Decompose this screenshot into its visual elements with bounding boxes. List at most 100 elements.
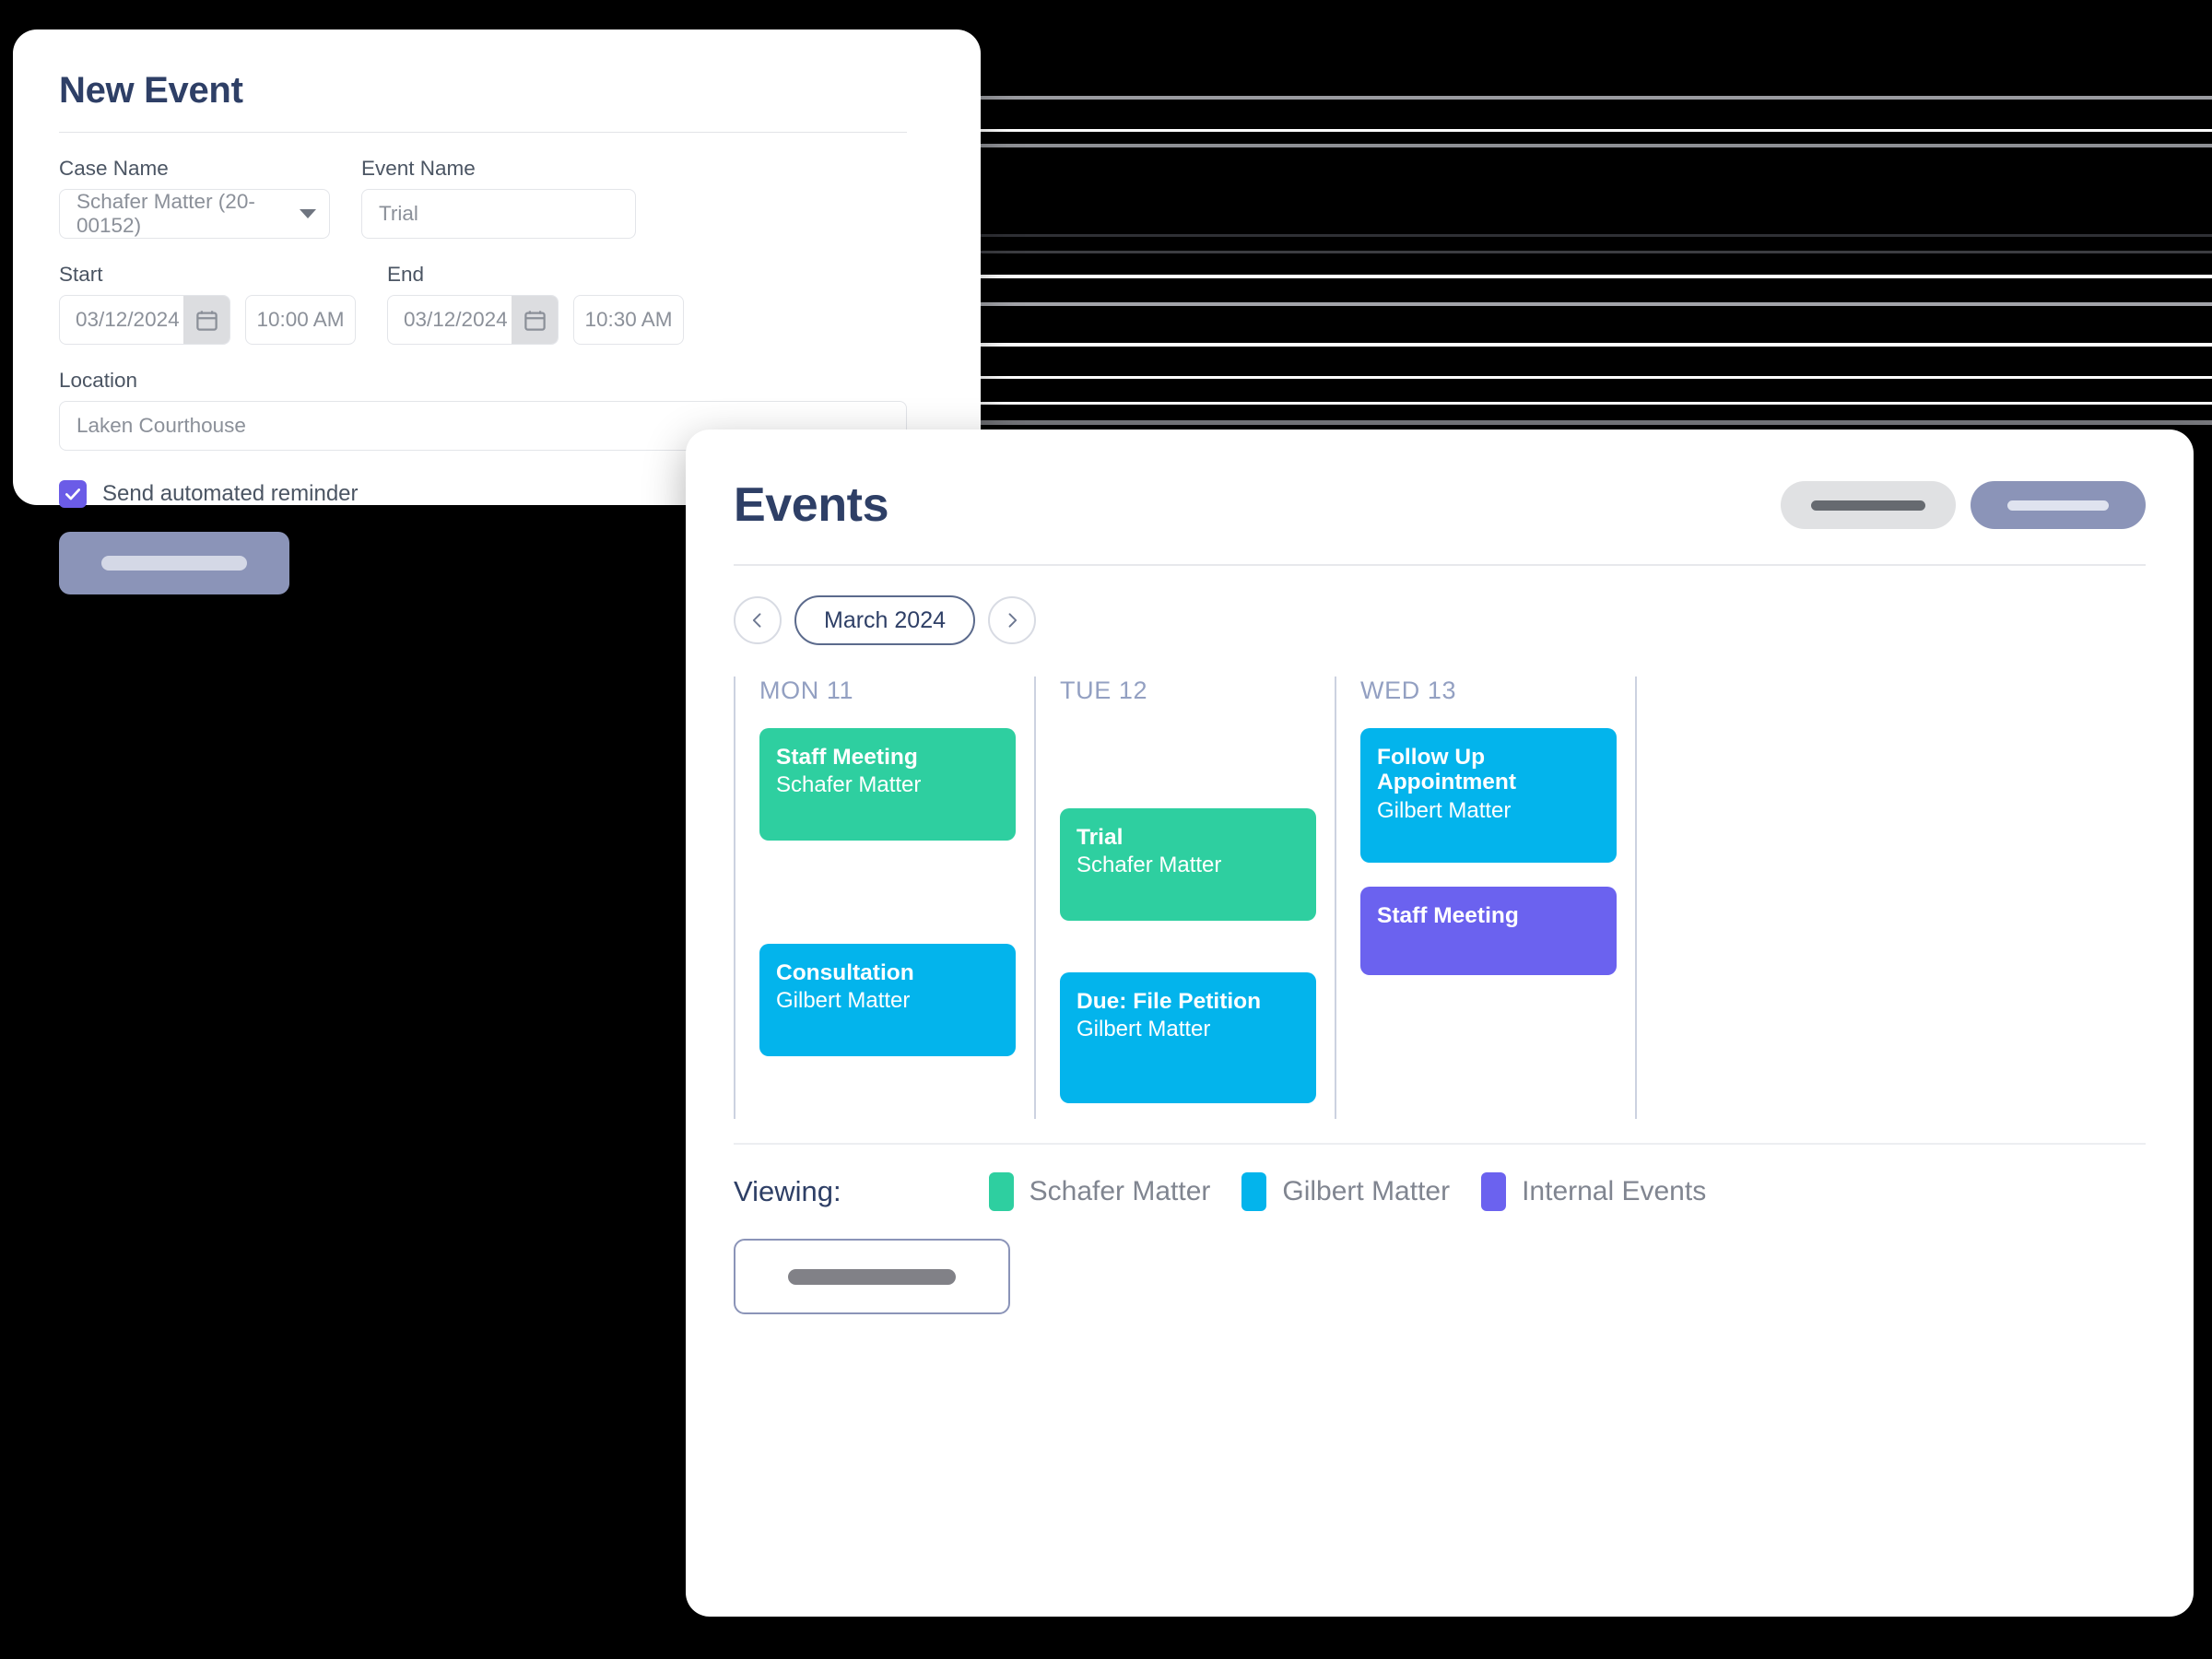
case-name-field-group: Case Name Schafer Matter (20-00152)	[59, 157, 330, 239]
header-divider	[734, 564, 2146, 566]
page-title: New Event	[59, 70, 243, 111]
event-case-name: Gilbert Matter	[776, 988, 911, 1014]
backdrop-rule	[979, 275, 2212, 278]
start-time-input[interactable]: 10:00 AM	[245, 295, 356, 345]
start-date-value: 03/12/2024	[76, 308, 180, 331]
legend-items: Schafer Matter Gilbert Matter Internal Eve…	[988, 1172, 1706, 1211]
previous-month-button[interactable]	[734, 596, 782, 644]
end-field-group: End 03/12/2024 10:30 AM	[387, 263, 684, 345]
event-title: Trial	[1077, 825, 1124, 850]
legend-item[interactable]: Internal Events	[1481, 1172, 1706, 1211]
end-time-value: 10:30 AM	[584, 308, 673, 331]
backdrop-rule	[979, 402, 2212, 405]
viewing-legend-row: Viewing: Schafer Matter Gilbert Matter Int…	[734, 1172, 2146, 1211]
event-title: Staff Meeting	[1377, 903, 1519, 928]
calendar-event-card[interactable]: Due: File Petition Gilbert Matter	[1060, 972, 1316, 1103]
calendar-week-grid: MON 11 Staff Meeting Schafer Matter Consult…	[734, 677, 2146, 1119]
legend-item[interactable]: Gilbert Matter	[1241, 1172, 1450, 1211]
events-card: Events March 2024 MON 11 Staff Meeting S…	[686, 429, 2194, 1617]
start-label: Start	[59, 263, 103, 286]
backdrop-rule	[979, 376, 2212, 379]
day-column: WED 13 Follow Up Appointment Gilbert Matte…	[1335, 677, 1635, 1119]
legend-item[interactable]: Schafer Matter	[988, 1172, 1211, 1211]
legend-color-swatch	[1481, 1172, 1507, 1211]
chevron-down-icon	[300, 209, 316, 218]
event-title: Due: File Petition	[1077, 989, 1262, 1014]
event-name-input[interactable]: Trial	[361, 189, 636, 239]
calendar-event-card[interactable]: Trial Schafer Matter	[1060, 808, 1316, 921]
event-case-name: Schafer Matter	[1077, 853, 1222, 878]
end-date-value: 03/12/2024	[404, 308, 508, 331]
end-date-input[interactable]: 03/12/2024	[387, 295, 559, 345]
case-name-select[interactable]: Schafer Matter (20-00152)	[59, 189, 330, 239]
reminder-checkbox[interactable]	[59, 480, 87, 508]
case-event-row: Case Name Schafer Matter (20-00152) Even…	[59, 157, 935, 239]
start-time-value: 10:00 AM	[256, 308, 345, 331]
filter-button[interactable]	[734, 1239, 1010, 1314]
events-header: Events	[734, 429, 2146, 533]
events-header-actions	[1781, 481, 2146, 529]
backdrop-rule	[979, 343, 2212, 347]
next-month-button[interactable]	[988, 596, 1037, 644]
primary-action-button[interactable]	[1971, 481, 2146, 529]
legend-label: Schafer Matter	[1029, 1176, 1211, 1206]
month-navigation: March 2024	[734, 595, 2146, 645]
title-divider	[59, 132, 907, 133]
calendar-event-card[interactable]: Staff Meeting	[1360, 887, 1617, 975]
event-title: Follow Up Appointment	[1377, 745, 1517, 795]
day-header-label: MON 11	[759, 677, 854, 704]
backdrop-rule	[979, 251, 2212, 253]
viewing-label: Viewing:	[734, 1175, 841, 1207]
current-month-button[interactable]: March 2024	[794, 595, 976, 645]
save-event-button[interactable]	[59, 532, 289, 594]
legend-divider	[734, 1143, 2146, 1145]
event-name-label: Event Name	[361, 157, 476, 180]
start-date-input[interactable]: 03/12/2024	[59, 295, 230, 345]
event-case-name: Gilbert Matter	[1377, 797, 1512, 823]
secondary-action-button[interactable]	[1781, 481, 1956, 529]
button-label-placeholder	[788, 1268, 956, 1285]
day-header-label: TUE 12	[1060, 677, 1148, 704]
location-value: Laken Courthouse	[76, 414, 246, 437]
screenshot-root: New Event Case Name Schafer Matter (20-0…	[0, 0, 2212, 1659]
location-label: Location	[59, 369, 138, 392]
backdrop-rule	[979, 420, 2212, 425]
calendar-event-card[interactable]: Consultation Gilbert Matter	[759, 944, 1016, 1056]
reminder-label: Send automated reminder	[102, 481, 359, 506]
background-striped-panel	[979, 33, 2212, 429]
end-time-input[interactable]: 10:30 AM	[573, 295, 684, 345]
start-field-group: Start 03/12/2024 10:00 AM	[59, 263, 356, 345]
button-label-placeholder	[1811, 500, 1925, 511]
calendar-icon[interactable]	[183, 296, 229, 344]
day-header-label: WED 13	[1360, 677, 1457, 704]
event-name-field-group: Event Name Trial	[361, 157, 636, 239]
start-end-row: Start 03/12/2024 10:00 AM End 03/12/2024…	[59, 263, 935, 345]
case-name-value: Schafer Matter (20-00152)	[76, 190, 255, 237]
backdrop-rule	[979, 129, 2212, 132]
backdrop-rule	[979, 302, 2212, 306]
end-inputs: 03/12/2024 10:30 AM	[387, 295, 684, 345]
calendar-event-card[interactable]: Follow Up Appointment Gilbert Matter	[1360, 728, 1617, 863]
day-column: MON 11 Staff Meeting Schafer Matter Consult…	[734, 677, 1034, 1119]
events-title: Events	[734, 478, 889, 532]
case-name-label: Case Name	[59, 157, 169, 180]
event-title: Staff Meeting	[776, 745, 918, 770]
backdrop-rule	[979, 144, 2212, 147]
legend-label: Internal Events	[1522, 1176, 1707, 1206]
button-label-placeholder	[101, 556, 247, 571]
calendar-event-card[interactable]: Staff Meeting Schafer Matter	[759, 728, 1016, 841]
backdrop-rule	[979, 96, 2212, 100]
current-month-label: March 2024	[824, 606, 947, 633]
event-case-name: Schafer Matter	[776, 772, 922, 798]
legend-color-swatch	[988, 1172, 1014, 1211]
end-label: End	[387, 263, 425, 286]
event-case-name: Gilbert Matter	[1077, 1017, 1211, 1042]
calendar-icon[interactable]	[512, 296, 558, 344]
day-column-divider	[1635, 677, 1661, 1119]
backdrop-rule	[979, 234, 2212, 237]
event-title: Consultation	[776, 960, 914, 985]
start-inputs: 03/12/2024 10:00 AM	[59, 295, 356, 345]
event-name-value: Trial	[379, 202, 418, 225]
button-label-placeholder	[2007, 500, 2109, 511]
legend-label: Gilbert Matter	[1282, 1176, 1451, 1206]
